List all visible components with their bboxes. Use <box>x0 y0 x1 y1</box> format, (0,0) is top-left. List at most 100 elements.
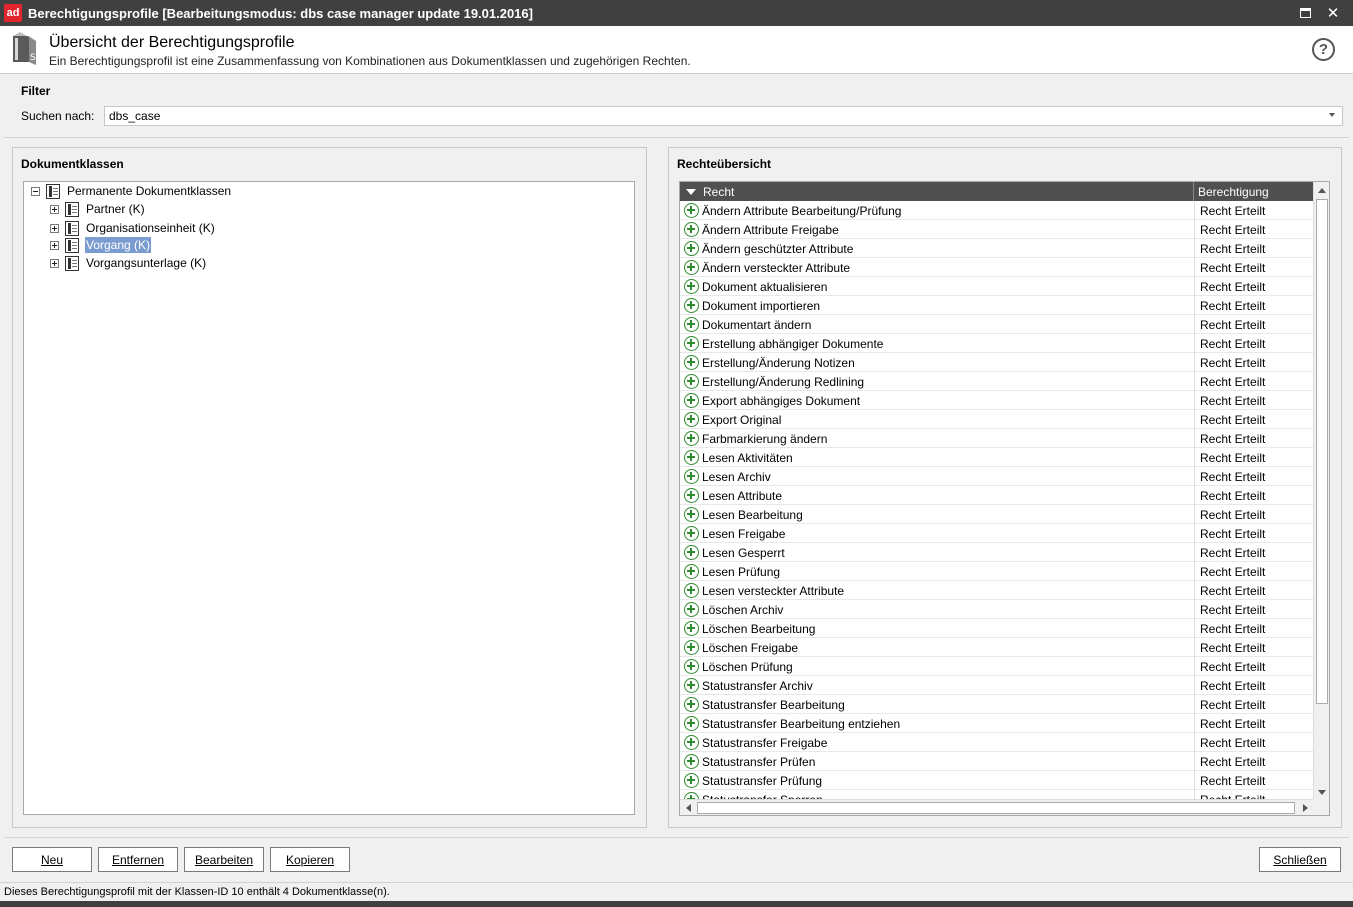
cell-recht: Löschen Freigabe <box>702 641 799 655</box>
tree-item-organisationseinheit[interactable]: Organisationseinheit (K) <box>50 219 216 237</box>
table-row[interactable]: Export Original Recht Erteilt <box>680 410 1313 429</box>
table-row[interactable]: Ändern Attribute Bearbeitung/Prüfung Rech… <box>680 201 1313 220</box>
plus-circle-icon <box>684 678 699 693</box>
table-row[interactable]: Lesen Freigabe Recht Erteilt <box>680 524 1313 543</box>
scroll-thumb[interactable] <box>1316 199 1328 704</box>
column-header-berechtigung[interactable]: Berechtigung <box>1198 182 1269 201</box>
table-row[interactable]: Ändern versteckter Attribute Recht Erteil… <box>680 258 1313 277</box>
help-icon[interactable]: ? <box>1312 38 1335 61</box>
table-row[interactable]: Dokument aktualisieren Recht Erteilt <box>680 277 1313 296</box>
cell-berechtigung: Recht Erteilt <box>1200 679 1266 693</box>
column-header-label: Berechtigung <box>1198 184 1269 199</box>
grid-body: Ändern Attribute Bearbeitung/Prüfung Rech… <box>680 201 1313 801</box>
arrow-down-icon <box>1318 789 1326 795</box>
cell-recht: Löschen Prüfung <box>702 660 793 674</box>
scroll-right-button[interactable] <box>1297 800 1313 815</box>
table-row[interactable]: Statustransfer Freigabe Recht Erteilt <box>680 733 1313 752</box>
kopieren-button[interactable]: Kopieren <box>270 847 350 872</box>
tree-item-vorgangsunterlage[interactable]: Vorgangsunterlage (K) <box>50 254 207 272</box>
book-icon: S <box>13 32 36 65</box>
expand-icon[interactable] <box>50 240 59 250</box>
horizontal-scrollbar[interactable] <box>680 799 1313 815</box>
plus-circle-icon <box>684 754 699 769</box>
plus-circle-icon <box>684 488 699 503</box>
expand-icon[interactable] <box>50 223 59 233</box>
scroll-thumb[interactable] <box>697 802 1295 814</box>
table-row[interactable]: Export abhängiges Dokument Recht Erteilt <box>680 391 1313 410</box>
cell-recht: Dokument aktualisieren <box>702 280 828 294</box>
entfernen-button[interactable]: Entfernen <box>98 847 178 872</box>
plus-circle-icon <box>684 526 699 541</box>
cell-recht: Lesen versteckter Attribute <box>702 584 845 598</box>
table-row[interactable]: Lesen Bearbeitung Recht Erteilt <box>680 505 1313 524</box>
expand-icon[interactable] <box>50 258 59 268</box>
plus-circle-icon <box>684 393 699 408</box>
plus-circle-icon <box>684 697 699 712</box>
table-row[interactable]: Ändern geschützter Attribute Recht Erteil… <box>680 239 1313 258</box>
table-row[interactable]: Erstellung abhängiger Dokumente Recht Ert… <box>680 334 1313 353</box>
table-row[interactable]: Statustransfer Prüfung Recht Erteilt <box>680 771 1313 790</box>
table-row[interactable]: Löschen Prüfung Recht Erteilt <box>680 657 1313 676</box>
chevron-down-icon[interactable] <box>1329 113 1335 117</box>
table-row[interactable]: Dokumentart ändern Recht Erteilt <box>680 315 1313 334</box>
cell-recht: Farbmarkierung ändern <box>702 432 828 446</box>
tree-item-partner[interactable]: Partner (K) <box>50 200 146 218</box>
table-row[interactable]: Farbmarkierung ändern Recht Erteilt <box>680 429 1313 448</box>
search-input[interactable] <box>104 106 1343 126</box>
table-row[interactable]: Lesen Archiv Recht Erteilt <box>680 467 1313 486</box>
table-row[interactable]: Statustransfer Bearbeitung Recht Erteilt <box>680 695 1313 714</box>
dokumentklassen-tree[interactable]: Permanente Dokumentklassen Partner (K) O… <box>23 181 635 815</box>
vertical-scrollbar[interactable] <box>1313 182 1329 800</box>
scroll-down-button[interactable] <box>1314 784 1329 800</box>
rechte-grid[interactable]: Recht Berechtigung Ändern Attribute Bear… <box>679 181 1330 816</box>
plus-circle-icon <box>684 336 699 351</box>
cell-recht: Erstellung abhängiger Dokumente <box>702 337 884 351</box>
bearbeiten-button[interactable]: Bearbeiten <box>184 847 264 872</box>
table-row[interactable]: Löschen Freigabe Recht Erteilt <box>680 638 1313 657</box>
table-row[interactable]: Lesen Prüfung Recht Erteilt <box>680 562 1313 581</box>
tree-root[interactable]: Permanente Dokumentklassen <box>31 182 232 200</box>
column-header-recht[interactable]: Recht <box>680 182 1194 201</box>
table-row[interactable]: Lesen Attribute Recht Erteilt <box>680 486 1313 505</box>
table-row[interactable]: Statustransfer Archiv Recht Erteilt <box>680 676 1313 695</box>
cell-recht: Lesen Gesperrt <box>702 546 785 560</box>
cell-berechtigung: Recht Erteilt <box>1200 318 1266 332</box>
cell-berechtigung: Recht Erteilt <box>1200 470 1266 484</box>
table-row[interactable]: Statustransfer Bearbeitung entziehen Rech… <box>680 714 1313 733</box>
plus-circle-icon <box>684 735 699 750</box>
cell-recht: Dokumentart ändern <box>702 318 812 332</box>
table-row[interactable]: Dokument importieren Recht Erteilt <box>680 296 1313 315</box>
cell-recht: Export Original <box>702 413 782 427</box>
arrow-left-icon <box>685 804 691 812</box>
tree-item-vorgang[interactable]: Vorgang (K) <box>50 236 152 254</box>
table-row[interactable]: Lesen versteckter Attribute Recht Erteilt <box>680 581 1313 600</box>
scroll-up-button[interactable] <box>1314 182 1329 198</box>
table-row[interactable]: Löschen Bearbeitung Recht Erteilt <box>680 619 1313 638</box>
table-row[interactable]: Löschen Archiv Recht Erteilt <box>680 600 1313 619</box>
table-row[interactable]: Erstellung/Änderung Notizen Recht Erteilt <box>680 353 1313 372</box>
cell-berechtigung: Recht Erteilt <box>1200 489 1266 503</box>
cell-berechtigung: Recht Erteilt <box>1200 204 1266 218</box>
close-button[interactable]: ✕ <box>1319 0 1347 26</box>
neu-button[interactable]: Neu <box>12 847 92 872</box>
table-row[interactable]: Ändern Attribute Freigabe Recht Erteilt <box>680 220 1313 239</box>
cell-recht: Statustransfer Prüfen <box>702 755 816 769</box>
cell-berechtigung: Recht Erteilt <box>1200 717 1266 731</box>
collapse-icon[interactable] <box>31 186 40 196</box>
status-text: Dieses Berechtigungsprofil mit der Klass… <box>4 886 390 898</box>
expand-icon[interactable] <box>50 204 59 214</box>
plus-circle-icon <box>684 450 699 465</box>
plus-circle-icon <box>684 545 699 560</box>
scroll-left-button[interactable] <box>680 800 696 815</box>
button-label: Neu <box>40 852 63 867</box>
table-row[interactable]: Statustransfer Prüfen Recht Erteilt <box>680 752 1313 771</box>
table-row[interactable]: Erstellung/Änderung Redlining Recht Ertei… <box>680 372 1313 391</box>
search-label: Suchen nach: <box>21 109 95 123</box>
cell-recht: Ändern Attribute Bearbeitung/Prüfung <box>702 204 902 218</box>
button-label: Entfernen <box>111 852 165 867</box>
table-row[interactable]: Lesen Gesperrt Recht Erteilt <box>680 543 1313 562</box>
maximize-button[interactable] <box>1291 0 1319 26</box>
table-row[interactable]: Lesen Aktivitäten Recht Erteilt <box>680 448 1313 467</box>
schliessen-button[interactable]: Schließen <box>1259 847 1341 872</box>
cell-berechtigung: Recht Erteilt <box>1200 356 1266 370</box>
